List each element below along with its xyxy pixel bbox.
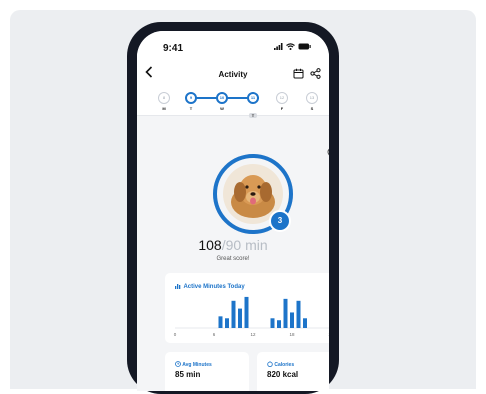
score-caption: Great score! — [216, 256, 250, 262]
battery-icon — [298, 43, 311, 50]
calories-label-row: Calories — [267, 361, 294, 368]
day-label: M — [162, 106, 166, 111]
wifi-icon — [286, 43, 295, 50]
top-navigation: Activity — [137, 61, 329, 89]
score-value: 108 — [198, 237, 222, 253]
chart-bar — [231, 300, 236, 328]
day-dot: 11 — [247, 92, 259, 104]
avg-minutes-value: 85 min — [175, 370, 201, 379]
day-saturday[interactable]: 13 S — [303, 92, 321, 111]
x-tick-label: 18 — [289, 332, 295, 337]
day-dot: 13 — [306, 92, 318, 104]
chart-bar — [303, 318, 307, 328]
x-tick-label: 24 — [328, 332, 329, 337]
day-thursday[interactable]: 11 T — [244, 92, 262, 122]
day-dot: 8 — [158, 92, 170, 104]
profile-ring: 3 — [211, 152, 295, 241]
header-actions — [293, 68, 321, 79]
chart-bar — [244, 296, 249, 328]
level-badge: 3 — [269, 210, 291, 232]
day-label-current: T — [248, 113, 258, 118]
phone-button-right — [336, 130, 339, 170]
day-monday[interactable]: 8 M — [155, 92, 173, 111]
clock-icon — [175, 361, 181, 367]
phone-screen: 9:41 Activity 8 M 9 T 10 W 11 T 12 F 13 … — [137, 31, 329, 391]
chart-bar — [277, 320, 281, 328]
chart-bar — [290, 312, 294, 328]
share-icon[interactable] — [310, 68, 321, 79]
avg-minutes-label: Avg Minutes — [182, 362, 212, 368]
flame-icon — [267, 361, 273, 367]
active-minutes-chart: 0 6 12 18 24 — [174, 296, 329, 337]
avg-minutes-card[interactable]: Avg Minutes 85 min — [165, 352, 249, 391]
score-goal: /90 min — [221, 237, 268, 253]
day-dot: 12 — [276, 92, 288, 104]
signal-icon — [274, 43, 283, 50]
active-minutes-card[interactable]: Active Minutes Today 06121824 — [165, 273, 329, 343]
day-label: F — [280, 106, 284, 111]
chart-bar — [296, 300, 301, 328]
status-bar: 9:41 — [137, 31, 329, 61]
calories-value: 820 kcal — [267, 370, 299, 379]
day-dot: 9 — [185, 92, 197, 104]
day-label: T — [189, 106, 193, 111]
day-label: W — [220, 106, 224, 111]
day-friday[interactable]: 12 F — [273, 92, 291, 111]
chart-bar — [225, 318, 229, 328]
day-label: S — [310, 106, 314, 111]
x-tick-label: 0 — [174, 332, 177, 337]
status-icons — [274, 43, 311, 50]
calendar-icon[interactable] — [293, 68, 304, 79]
calories-label: Calories — [274, 362, 295, 368]
day-tuesday[interactable]: 9 T — [182, 92, 200, 111]
info-icon[interactable] — [327, 147, 329, 157]
score-readout: 108/90 min — [137, 237, 329, 253]
x-tick-label: 6 — [213, 332, 216, 337]
chart-bar — [270, 318, 275, 328]
avg-minutes-label-row: Avg Minutes — [175, 361, 212, 368]
week-progress: 8 M 9 T 10 W 11 T 12 F 13 S 14 S — [137, 89, 329, 118]
chart-bar — [238, 308, 242, 328]
day-wednesday[interactable]: 10 W — [213, 92, 231, 111]
x-tick-label: 12 — [250, 332, 256, 337]
chart-bar — [283, 298, 288, 328]
phone-button-left — [127, 115, 130, 137]
status-time: 9:41 — [163, 43, 184, 54]
day-dot: 10 — [216, 92, 228, 104]
phone-button-left-2 — [127, 146, 130, 168]
calories-card[interactable]: Calories 820 kcal — [257, 352, 329, 391]
chart-bar — [218, 316, 223, 328]
